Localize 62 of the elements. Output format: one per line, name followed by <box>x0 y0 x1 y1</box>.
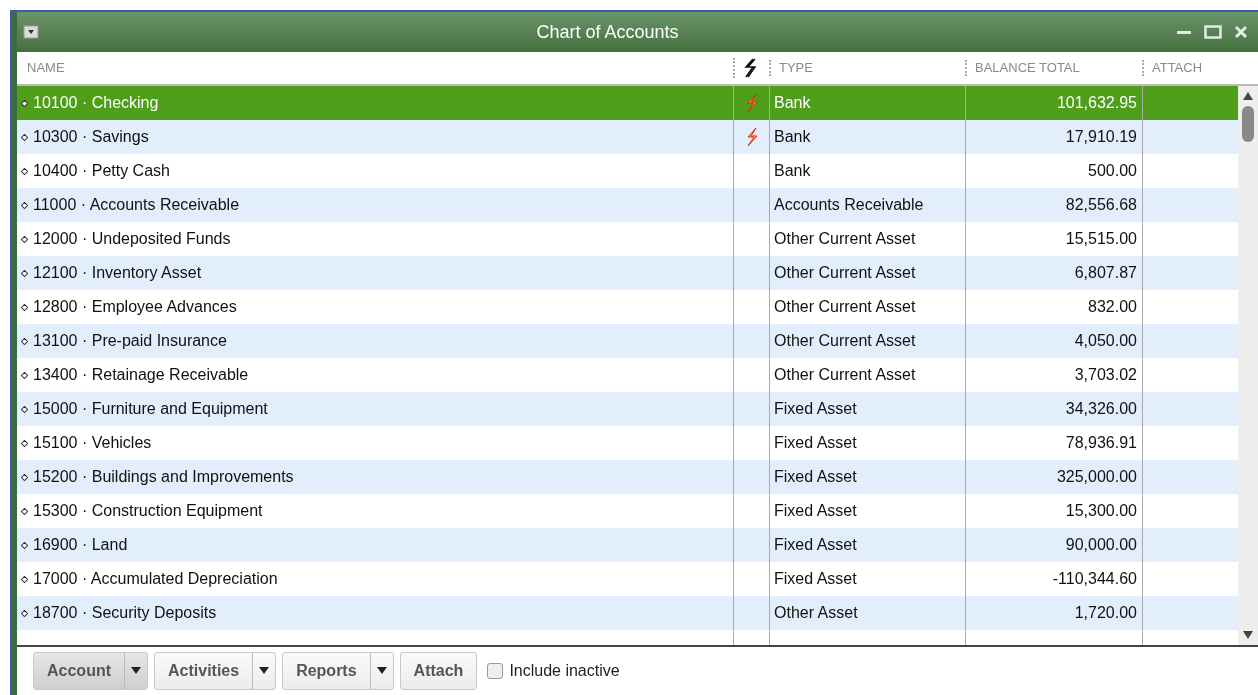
diamond-icon <box>21 201 28 209</box>
menu-icon[interactable] <box>23 25 39 39</box>
scroll-up-icon[interactable] <box>1242 90 1254 102</box>
table-row[interactable]: 18700 · Security Deposits Other Asset 1,720.00 <box>17 596 1238 630</box>
diamond-icon <box>21 167 28 175</box>
toolbar-button[interactable]: Activities <box>154 652 277 690</box>
table-cell: 13100 · Pre-paid Insurance <box>17 324 733 358</box>
table-row[interactable]: 11000 · Accounts Receivable Accounts Receivable 82,556.68 <box>17 188 1238 222</box>
table-cell: 15200 · Buildings and Improvements <box>17 460 733 494</box>
diamond-icon <box>21 473 28 481</box>
table-cell: 10300 · Savings <box>17 120 733 154</box>
table-cell: 17000 · Accumulated Depreciation <box>17 562 733 596</box>
table-cell: 10100 · Checking <box>17 86 733 120</box>
window-title: Chart of Accounts <box>535 21 680 43</box>
scrollbar[interactable] <box>1238 86 1258 645</box>
diamond-icon <box>21 405 28 413</box>
table-row[interactable]: 13100 · Pre-paid Insurance Other Current Asset 4,050.00 <box>17 324 1238 358</box>
table-cell: 18700 · Security Deposits <box>17 596 733 630</box>
table-cell: 12100 · Inventory Asset <box>17 256 733 290</box>
diamond-icon <box>21 235 28 243</box>
toolbar-button[interactable]: Reports <box>282 652 394 690</box>
table-row[interactable]: 15000 · Furniture and Equipment Fixed Asset 34,326.00 <box>17 392 1238 426</box>
table-row[interactable]: 15200 · Buildings and Improvements Fixed Asset 325,000.00 <box>17 460 1238 494</box>
column-header[interactable]: BALANCE TOTAL <box>975 60 1080 76</box>
table-cell: 13400 · Retainage Receivable <box>17 358 733 392</box>
table-cell: 10400 · Petty Cash <box>17 154 733 188</box>
table-row[interactable]: 10300 · Savings Bank 17,910.19 <box>17 120 1238 154</box>
diamond-icon <box>21 99 28 107</box>
table-cell: 12800 · Employee Advances <box>17 290 733 324</box>
diamond-icon <box>21 337 28 345</box>
table-cell: 1,720.00 <box>965 596 1142 630</box>
table-row[interactable]: 16900 · Land Fixed Asset 90,000.00 <box>17 528 1238 562</box>
diamond-icon <box>21 269 28 277</box>
table-cell: 15000 · Furniture and Equipment <box>17 392 733 426</box>
close-icon[interactable] <box>1234 25 1248 39</box>
diamond-icon <box>21 541 28 549</box>
lightning-icon <box>744 93 759 113</box>
diamond-icon <box>21 609 28 617</box>
lightning-icon <box>744 127 759 147</box>
toolbar-button[interactable]: Attach <box>399 652 478 690</box>
diamond-icon <box>21 575 28 583</box>
caret-icon[interactable] <box>259 667 270 675</box>
table-row[interactable]: 12100 · Inventory Asset Other Current Asset 6,807.87 <box>17 256 1238 290</box>
caret-icon[interactable] <box>131 667 141 675</box>
toolbar-button[interactable]: Account <box>33 652 148 690</box>
scroll-down-icon[interactable] <box>1242 629 1254 641</box>
scroll-thumb[interactable] <box>1242 106 1254 142</box>
table-cell: 15300 · Construction Equipment <box>17 494 733 528</box>
caret-icon[interactable] <box>376 667 387 675</box>
maximize-icon[interactable] <box>1204 25 1222 39</box>
table-cell: 11000 · Accounts Receivable <box>17 188 733 222</box>
table-cell: 16900 · Land <box>17 528 733 562</box>
diamond-icon <box>21 507 28 515</box>
diamond-icon <box>21 133 28 141</box>
diamond-icon <box>21 371 28 379</box>
lightning-icon <box>743 58 757 78</box>
diamond-icon <box>21 439 28 447</box>
table-cell: Other Asset <box>769 596 965 630</box>
table-cell: 15100 · Vehicles <box>17 426 733 460</box>
column-header[interactable]: NAME <box>27 60 65 76</box>
diamond-icon <box>21 303 28 311</box>
table-cell: 12000 · Undeposited Funds <box>17 222 733 256</box>
